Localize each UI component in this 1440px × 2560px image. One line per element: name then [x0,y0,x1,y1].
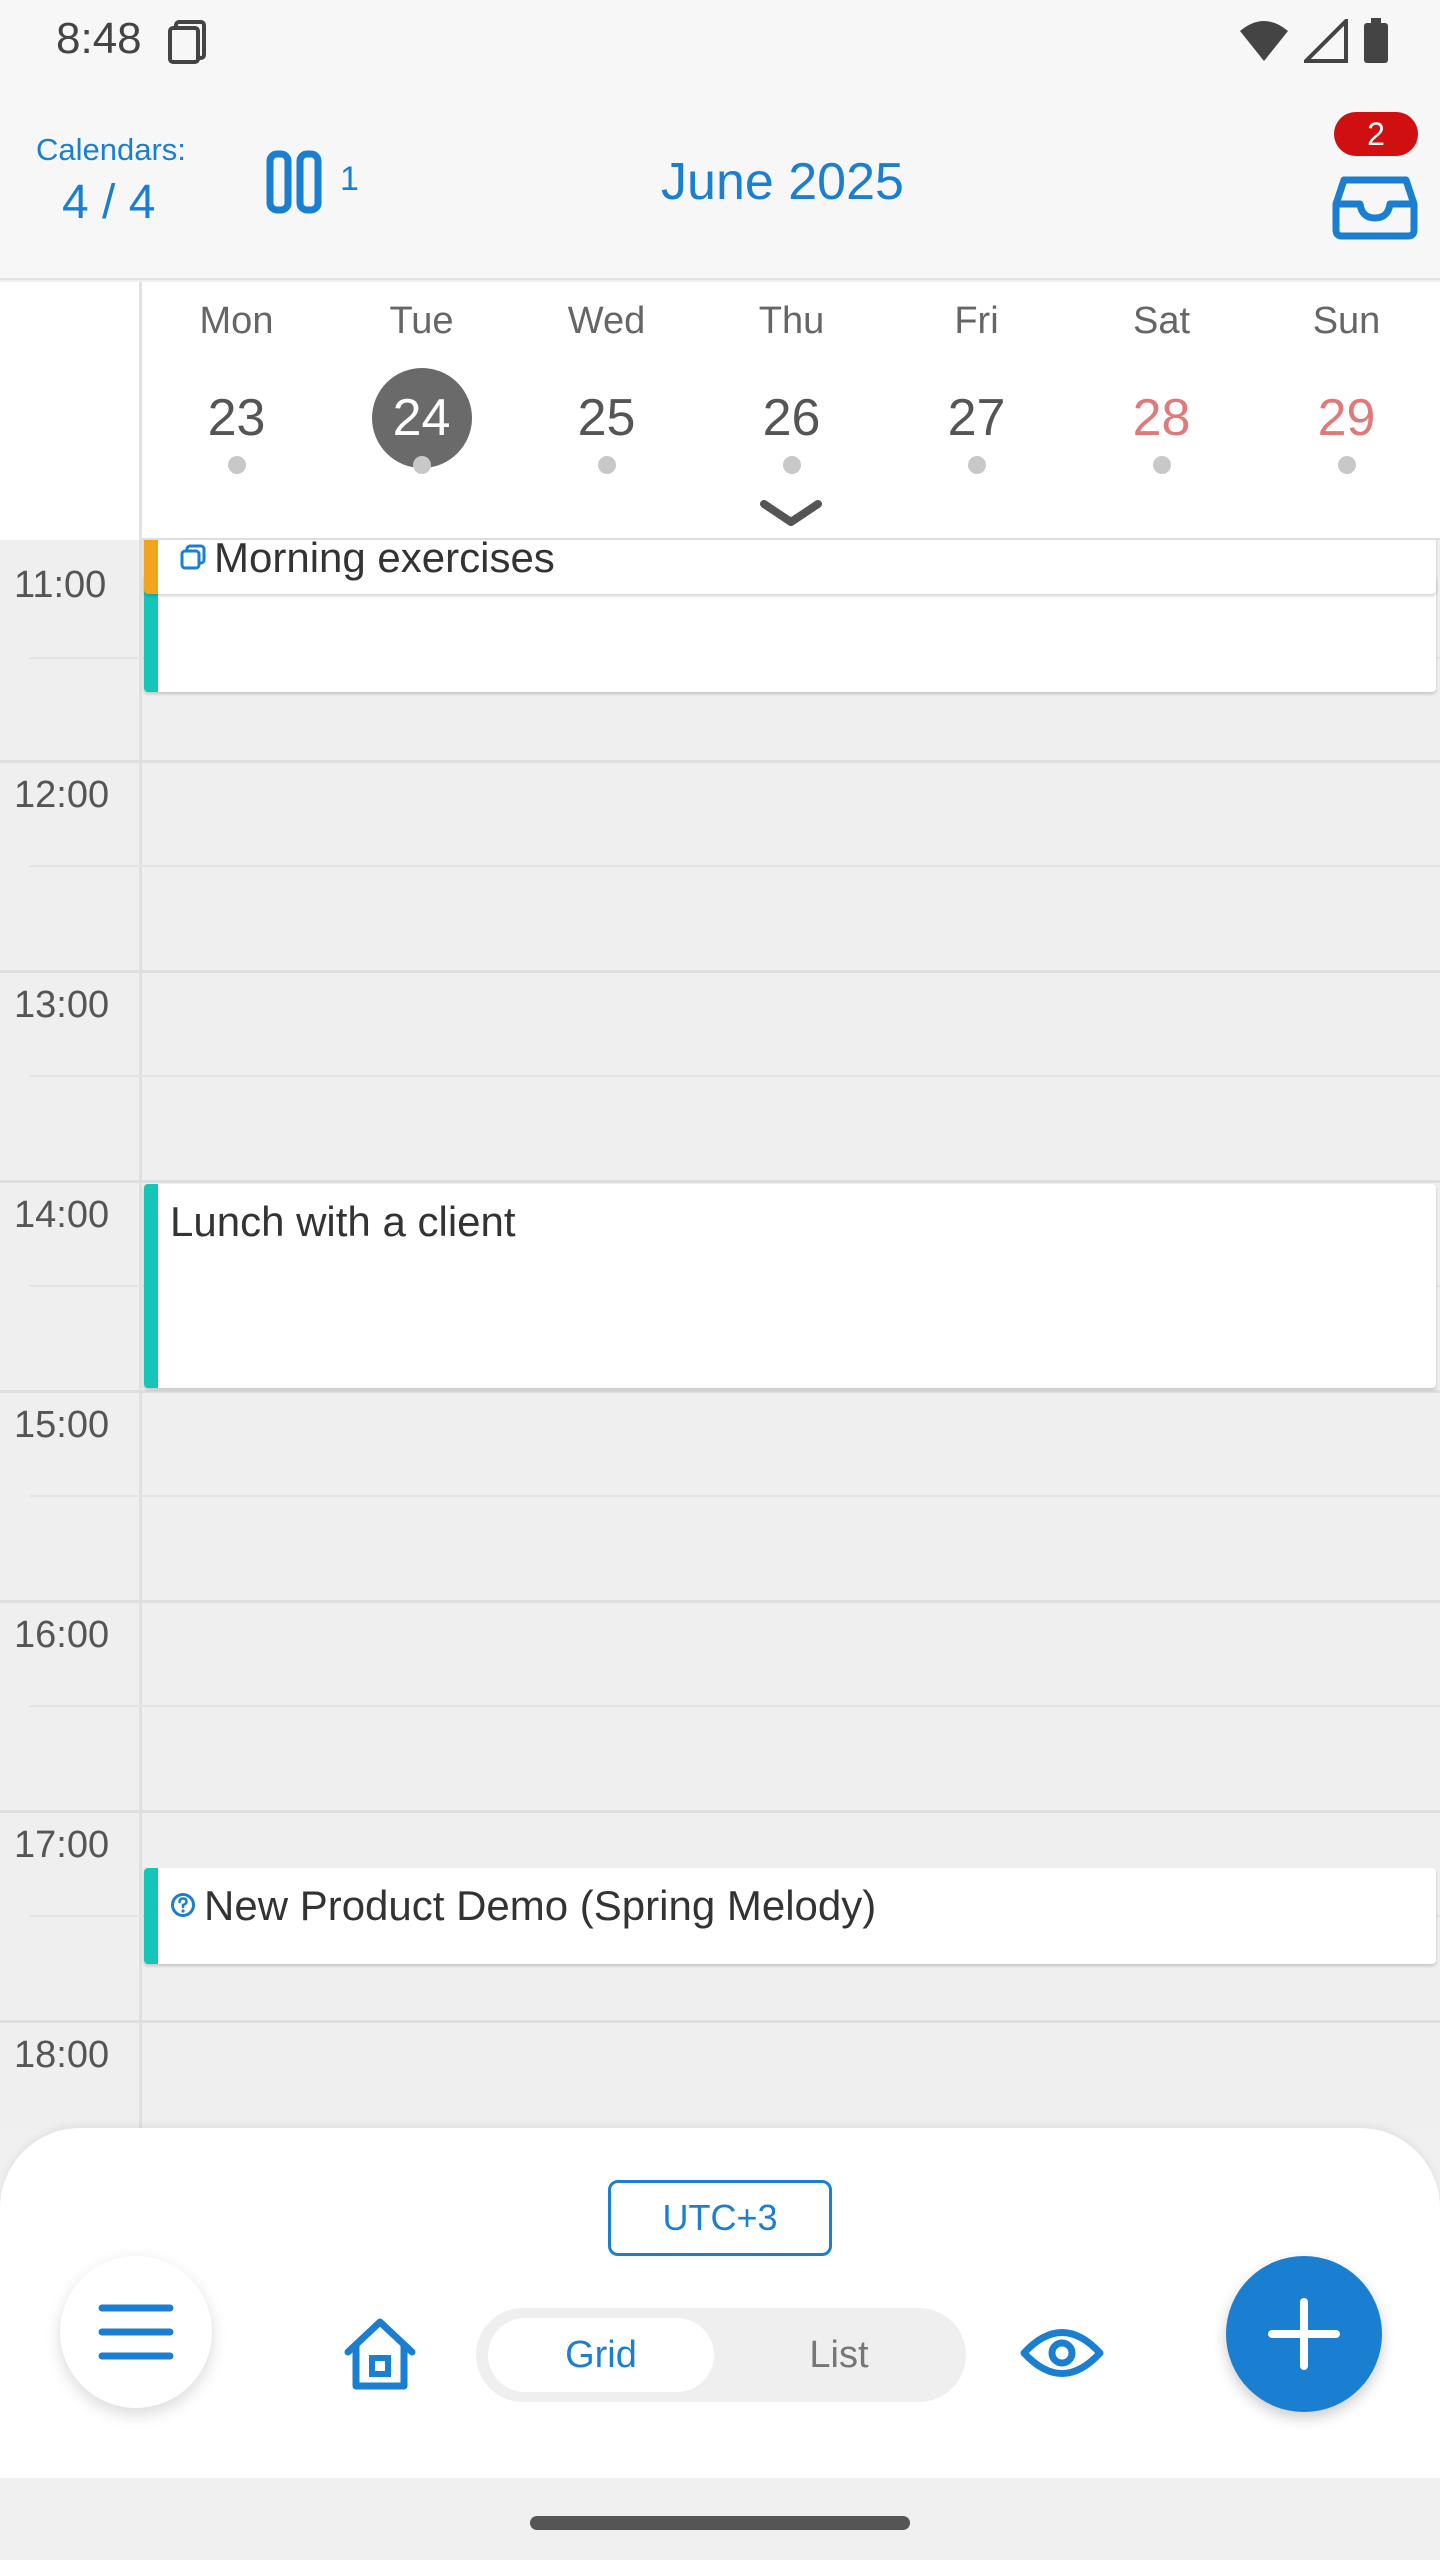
app-header: Calendars: 4 / 4 1 June 2025 2 [0,80,1440,280]
hour-label: 11:00 [14,564,107,606]
day-header-sun[interactable]: Sun 29 [1254,282,1439,540]
event-dot [412,456,431,474]
hour-label: 13:00 [14,984,110,1026]
event-title: New Product Demo (Spring Melody) [170,1882,876,1930]
hour-line [0,1810,1440,1813]
columns-count[interactable]: 1 [340,160,359,199]
day-number-today: 24 [371,368,472,468]
eye-icon[interactable] [1018,2318,1106,2388]
question-circle-icon [171,1893,195,1917]
day-name: Wed [567,300,646,342]
event-dot [1152,456,1171,474]
week-day-strip: Mon 23 Tue 24 Wed 25 Thu 26 Fri 27 Sat 2… [0,282,1440,540]
chevron-down-icon[interactable] [758,496,824,530]
hour-label: 14:00 [14,1194,110,1236]
event-dot [597,456,616,474]
inbox-badge: 2 [1334,112,1418,156]
day-header-wed[interactable]: Wed 25 [514,282,699,540]
day-number: 23 [207,389,266,447]
event-dot [967,456,986,474]
day-number: 27 [947,389,1006,447]
home-icon[interactable] [340,2314,420,2394]
hour-label: 12:00 [14,774,110,816]
hour-label: 18:00 [14,2034,110,2076]
day-name: Fri [954,300,999,342]
home-gesture-pill[interactable] [530,2516,910,2530]
event-new-product-demo[interactable]: New Product Demo (Spring Melody) [144,1868,1436,1964]
status-time: 8:48 [56,14,142,63]
day-header-sat[interactable]: Sat 28 [1069,282,1254,540]
event-dot [227,456,246,474]
hour-line [0,1390,1440,1393]
day-header-tue[interactable]: Tue 24 [329,282,514,540]
half-hour-line [30,865,1440,867]
view-list-button[interactable]: List [726,2318,952,2392]
day-name: Sat [1132,300,1191,342]
hour-line [0,760,1440,763]
calendars-label[interactable]: Calendars: [36,132,186,168]
event-lunch-with-client[interactable]: Lunch with a client [144,1184,1436,1388]
event-dot [782,456,801,474]
hour-label: 15:00 [14,1404,110,1446]
hour-line [0,970,1440,973]
event-morning-exercises[interactable]: Morning exercises [144,540,1436,594]
timezone-button[interactable]: UTC+3 [608,2180,832,2256]
hour-label: 17:00 [14,1824,110,1866]
half-hour-line [30,1495,1440,1497]
event-title-text: Morning exercises [214,540,555,581]
day-header-fri[interactable]: Fri 27 [884,282,1069,540]
day-name: Tue [389,300,454,342]
day-number: 29 [1317,389,1376,447]
status-bar: 8:48 [0,0,1440,80]
half-hour-line [30,1075,1440,1077]
gesture-nav-bar [0,2478,1440,2560]
event-dot [1337,456,1356,474]
hamburger-menu-icon [98,2304,174,2360]
bottom-toolbar: UTC+3 Grid List [0,2128,1440,2478]
event-title: Lunch with a client [170,1198,516,1245]
day-number: 26 [762,389,821,447]
battery-icon [1364,18,1388,63]
day-number: 28 [1132,389,1191,447]
menu-button[interactable] [60,2256,212,2408]
day-name: Thu [758,300,825,342]
calendars-count[interactable]: 4 / 4 [62,175,155,230]
day-name: Mon [199,300,274,342]
time-grid[interactable]: 11:00 12:00 13:00 14:00 15:00 16:00 17:0… [0,540,1440,2130]
month-title[interactable]: June 2025 [600,152,965,212]
sim-card-icon [168,20,206,64]
day-strip-gutter [0,282,142,540]
event-title-text: New Product Demo (Spring Melody) [204,1882,877,1929]
add-event-button[interactable] [1226,2256,1382,2412]
day-name: Sun [1312,300,1381,342]
wifi-icon [1240,21,1288,61]
half-hour-line [30,1705,1440,1707]
hour-line [0,1600,1440,1603]
hour-line [0,1180,1440,1183]
copy-icon [180,544,206,570]
view-toggle: Grid List [476,2308,966,2402]
day-number: 25 [577,389,636,447]
cell-signal-icon [1304,19,1348,63]
event-title: Morning exercises [180,540,555,582]
hour-line [0,2020,1440,2023]
columns-icon[interactable] [266,150,322,214]
hour-label: 16:00 [14,1614,110,1656]
plus-icon [1268,2298,1340,2370]
day-header-mon[interactable]: Mon 23 [144,282,329,540]
view-grid-button[interactable]: Grid [488,2318,714,2392]
